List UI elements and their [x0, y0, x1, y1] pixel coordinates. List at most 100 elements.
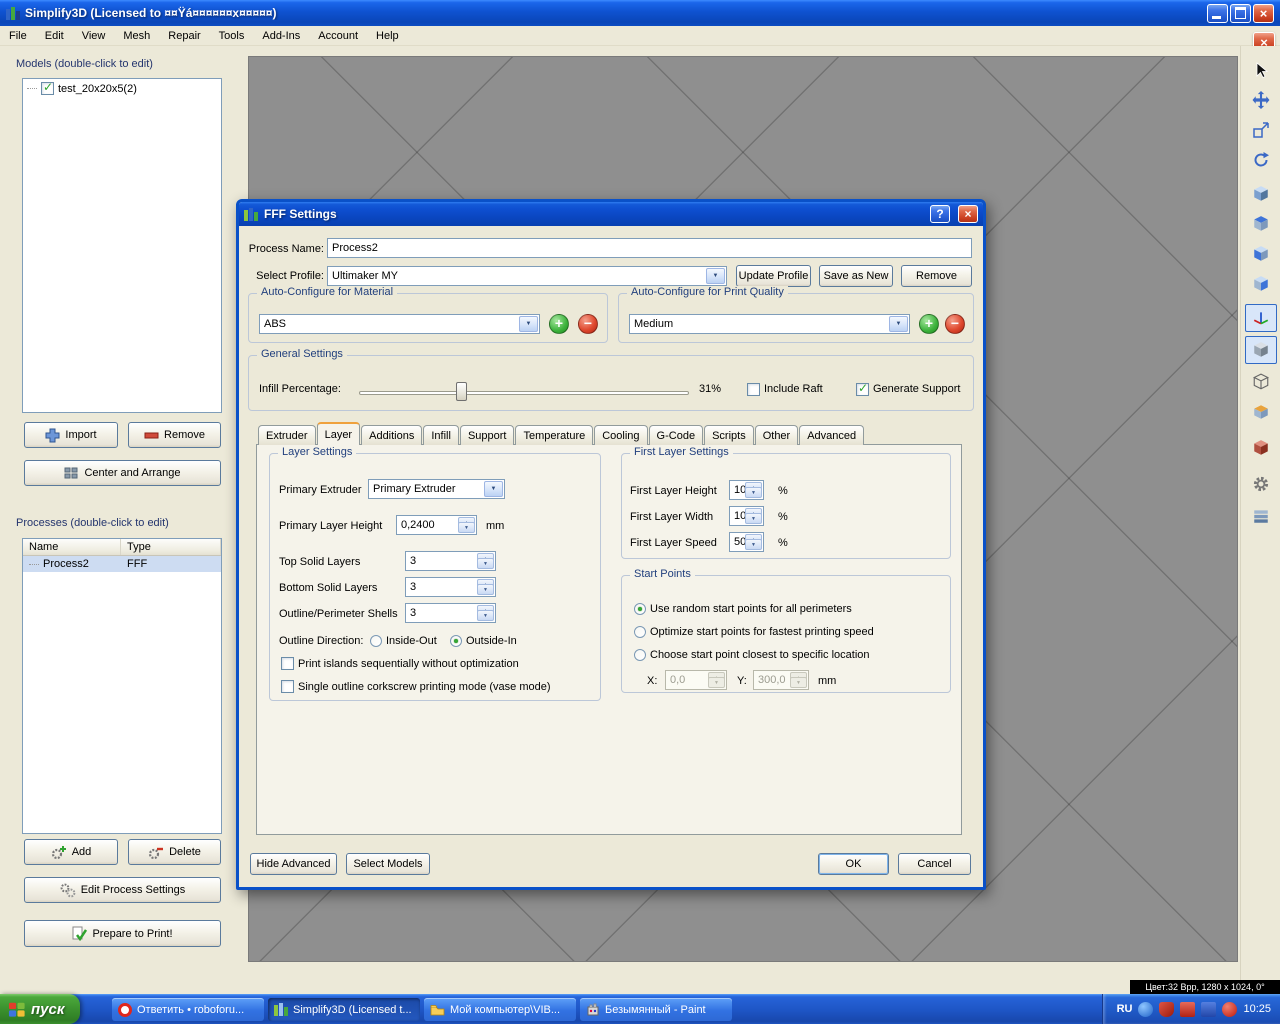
tab-layer[interactable]: Layer [317, 422, 361, 445]
generate-support-checkbox[interactable] [856, 383, 869, 396]
menu-account[interactable]: Account [309, 26, 367, 46]
outline-shells-input[interactable]: 3 [405, 603, 496, 623]
tab-other[interactable]: Other [755, 425, 799, 445]
column-type[interactable]: Type [121, 539, 221, 555]
add-material-button[interactable] [549, 314, 569, 334]
view-top-button[interactable] [1245, 210, 1277, 238]
menu-tools[interactable]: Tools [210, 26, 254, 46]
bottom-solid-layers-input[interactable]: 3 [405, 577, 496, 597]
column-name[interactable]: Name [23, 539, 121, 555]
hide-advanced-button[interactable]: Hide Advanced [250, 853, 337, 875]
print-islands-checkbox[interactable] [281, 657, 294, 670]
solid-view-button[interactable] [1245, 336, 1277, 364]
slider-thumb[interactable] [456, 382, 467, 401]
primary-extruder-dropdown[interactable]: Primary Extruder [368, 479, 505, 499]
scale-tool-button[interactable] [1245, 116, 1277, 144]
y-input[interactable]: 300,0 [753, 670, 809, 690]
menu-repair[interactable]: Repair [159, 26, 209, 46]
outside-in-radio[interactable] [450, 635, 462, 647]
tab-advanced[interactable]: Advanced [799, 425, 864, 445]
tray-update-icon[interactable] [1138, 1002, 1153, 1017]
rotate-tool-button[interactable] [1245, 146, 1277, 174]
menu-view[interactable]: View [73, 26, 115, 46]
show-axes-button[interactable] [1245, 304, 1277, 332]
menu-mesh[interactable]: Mesh [114, 26, 159, 46]
save-as-new-button[interactable]: Save as New [819, 265, 893, 287]
model-list-item[interactable]: test_20x20x5(2) [23, 79, 221, 98]
taskbar-item-browser[interactable]: Ответить • roboforu... [112, 998, 264, 1021]
dialog-titlebar[interactable]: FFF Settings ? × [239, 202, 983, 226]
profile-dropdown[interactable]: Ultimaker MY [327, 266, 727, 286]
x-input[interactable]: 0,0 [665, 670, 727, 690]
language-indicator[interactable]: RU [1117, 1003, 1133, 1015]
cross-section-button[interactable] [1245, 398, 1277, 426]
material-dropdown[interactable]: ABS [259, 314, 540, 334]
add-process-button[interactable]: Add [24, 839, 118, 865]
primary-layer-height-input[interactable]: 0,2400 [396, 515, 477, 535]
first-layer-height-input[interactable]: 100 [729, 480, 764, 500]
edit-process-settings-button[interactable]: Edit Process Settings [24, 877, 221, 903]
include-raft-checkbox[interactable] [747, 383, 760, 396]
remove-model-button[interactable]: Remove [128, 422, 221, 448]
inside-out-radio[interactable] [370, 635, 382, 647]
delete-process-button[interactable]: Delete [128, 839, 221, 865]
quality-dropdown[interactable]: Medium [629, 314, 910, 334]
process-name-input[interactable]: Process2 [327, 238, 972, 258]
tray-shield-icon[interactable] [1159, 1002, 1174, 1017]
tab-temperature[interactable]: Temperature [515, 425, 593, 445]
ok-button[interactable]: OK [818, 853, 889, 875]
support-structures-button[interactable] [1245, 434, 1277, 462]
import-button[interactable]: Import [24, 422, 118, 448]
closest-start-radio[interactable] [634, 649, 646, 661]
first-layer-speed-input[interactable]: 50 [729, 532, 764, 552]
wireframe-view-button[interactable] [1245, 368, 1277, 396]
maximize-button[interactable] [1230, 4, 1251, 23]
add-quality-button[interactable] [919, 314, 939, 334]
tab-scripts[interactable]: Scripts [704, 425, 754, 445]
move-tool-button[interactable] [1245, 86, 1277, 114]
tab-extruder[interactable]: Extruder [258, 425, 316, 445]
menu-file[interactable]: File [0, 26, 36, 46]
menu-help[interactable]: Help [367, 26, 408, 46]
tab-additions[interactable]: Additions [361, 425, 422, 445]
optimize-start-radio[interactable] [634, 626, 646, 638]
close-button[interactable]: × [1253, 4, 1274, 23]
dialog-close-button[interactable]: × [958, 205, 978, 223]
tab-gcode[interactable]: G-Code [649, 425, 704, 445]
prepare-to-print-button[interactable]: Prepare to Print! [24, 920, 221, 947]
minimize-button[interactable] [1207, 4, 1228, 23]
menu-edit[interactable]: Edit [36, 26, 73, 46]
select-tool-button[interactable] [1245, 56, 1277, 84]
tray-ati-icon[interactable] [1180, 1002, 1195, 1017]
taskbar-item-explorer[interactable]: Мой компьютер\VIB... [424, 998, 576, 1021]
tray-messenger-icon[interactable] [1222, 1002, 1237, 1017]
view-default-button[interactable] [1245, 180, 1277, 208]
remove-material-button[interactable] [578, 314, 598, 334]
dialog-help-button[interactable]: ? [930, 205, 950, 223]
tab-support[interactable]: Support [460, 425, 515, 445]
app-titlebar[interactable]: Simplify3D (Licensed to ¤¤Ÿá¤¤¤¤¤¤x¤¤¤¤¤… [0, 0, 1280, 26]
remove-profile-button[interactable]: Remove [901, 265, 972, 287]
tray-language-bar-icon[interactable] [1201, 1002, 1216, 1017]
first-layer-width-input[interactable]: 100 [729, 506, 764, 526]
top-solid-layers-input[interactable]: 3 [405, 551, 496, 571]
random-start-radio[interactable] [634, 603, 646, 615]
processes-table[interactable]: Name Type Process2 FFF [22, 538, 222, 834]
models-list[interactable]: test_20x20x5(2) [22, 78, 222, 413]
machine-settings-button[interactable] [1245, 470, 1277, 498]
select-models-button[interactable]: Select Models [346, 853, 430, 875]
infill-slider[interactable] [359, 382, 689, 402]
layers-preview-button[interactable] [1245, 502, 1277, 530]
center-arrange-button[interactable]: Center and Arrange [24, 460, 221, 486]
tab-infill[interactable]: Infill [423, 425, 459, 445]
remove-quality-button[interactable] [945, 314, 965, 334]
clock[interactable]: 10:25 [1243, 1003, 1271, 1015]
view-side-button[interactable] [1245, 270, 1277, 298]
tab-cooling[interactable]: Cooling [594, 425, 647, 445]
update-profile-button[interactable]: Update Profile [736, 265, 811, 287]
process-row[interactable]: Process2 FFF [23, 556, 221, 572]
taskbar-item-simplify3d[interactable]: Simplify3D (Licensed t... [268, 998, 420, 1021]
start-button[interactable]: пуск [0, 994, 80, 1024]
cancel-button[interactable]: Cancel [898, 853, 971, 875]
taskbar-item-paint[interactable]: Безымянный - Paint [580, 998, 732, 1021]
